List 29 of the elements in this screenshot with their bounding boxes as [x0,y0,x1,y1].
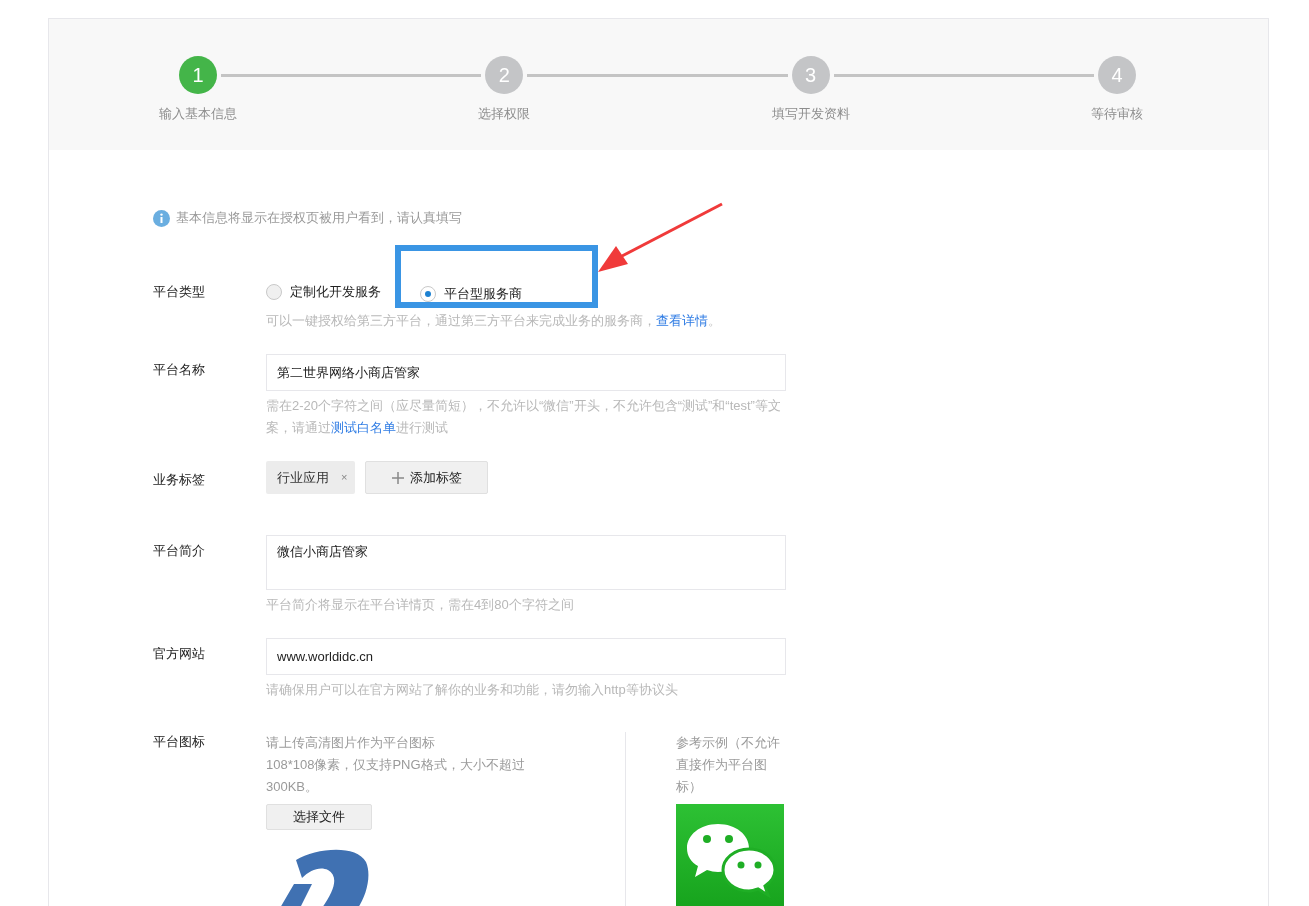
radio-label: 定制化开发服务 [290,283,381,302]
hint-text: 平台简介将显示在平台详情页，需在4到80个字符之间 [266,596,575,614]
radio-option[interactable]: 平台型服务商 [420,284,522,304]
field-label: 平台名称 [153,361,206,379]
choose-file-button[interactable]: 选择文件 [266,804,372,830]
hint-link[interactable]: 查看详情 [656,313,708,328]
text-input[interactable]: 第二世界网络小商店管家 [266,354,786,391]
field-label: 平台简介 [153,542,206,560]
radio-option[interactable]: 定制化开发服务 [266,282,381,302]
radio-label: 平台型服务商 [444,285,522,303]
step-label: 输入基本信息 [159,105,237,123]
text-area[interactable]: 微信小商店管家 [266,535,786,590]
field-label: 业务标签 [153,471,206,489]
example-caption: 参考示例（不允许直接作为平台图标） [676,734,781,796]
add-tag-button[interactable]: 添加标签 [365,461,489,494]
hint-text: 请确保用户可以在官方网站了解你的业务和功能，请勿输入http等协议头 [266,681,679,699]
step-label: 填写开发资料 [771,105,850,123]
hint-link[interactable]: 测试白名单 [331,420,396,435]
text-input[interactable]: www.worldidc.cn [266,638,786,675]
instruction-text: 请上传高清图片作为平台图标 [266,734,436,752]
step-label: 选择权限 [478,105,531,123]
step-label: 等待审核 [1091,105,1143,123]
field-label: 平台类型 [153,283,206,301]
field-label: 官方网站 [153,645,206,663]
field-label: 平台图标 [153,733,206,751]
notice-text: 基本信息将显示在授权页被用户看到，请认真填写 [176,209,462,228]
hint-text: 需在2-20个字符之间（应尽量简短），不允许以“微信”开头，不允许包含“测试”和“test”等文案，请通过测试白名单进行测试 [266,397,782,437]
requirements-text: 108*108像素，仅支持PNG格式，大小不超过300KB。 [266,756,526,796]
tag-label: 行业应用 [277,468,329,487]
